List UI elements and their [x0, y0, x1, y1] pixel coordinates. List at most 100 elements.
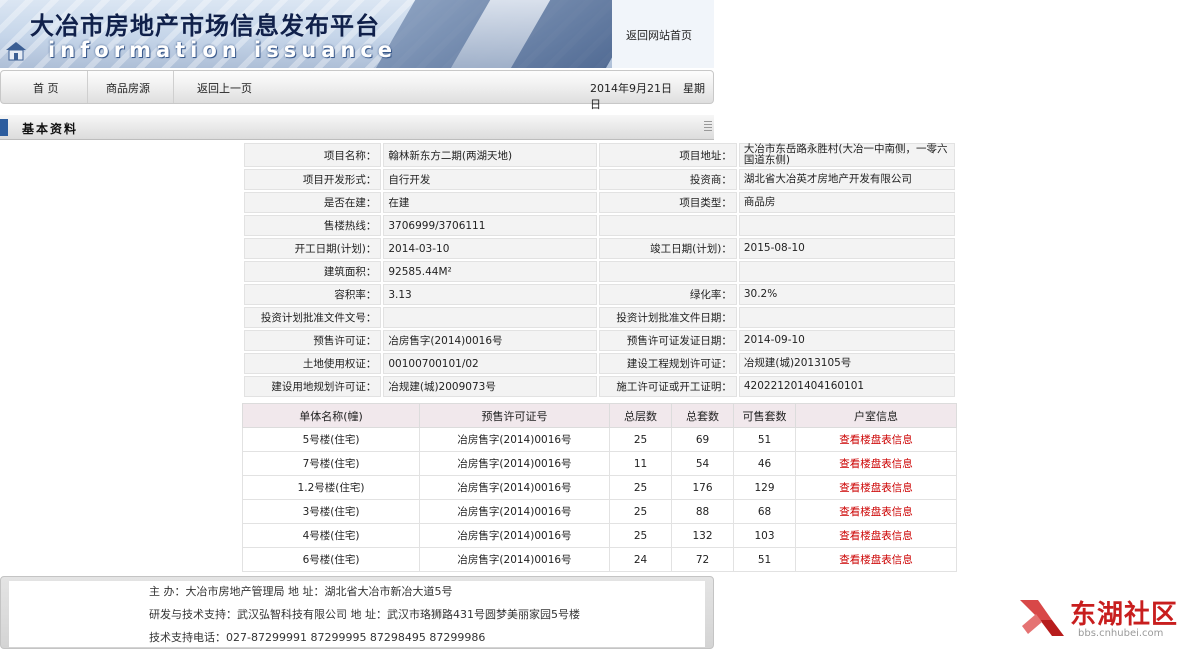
- info-value: 420221201404160101: [738, 376, 955, 397]
- project-info-table: 项目名称： 翰林新东方二期(两湖天地) 项目地址： 大冶市东岳路永胜村(大冶一中南侧，…: [242, 141, 957, 399]
- watermark: 东湖社区 bbs.cnhubei.com: [1016, 594, 1196, 644]
- table-row: 1.2号楼(住宅) 冶房售字(2014)0016号 25 176 129 查看楼盘表信息: [242, 475, 957, 500]
- col-header-available: 可售套数: [733, 403, 796, 428]
- view-floorplan-link[interactable]: 查看楼盘表信息: [795, 547, 957, 572]
- info-label: 竣工日期(计划)：: [599, 238, 737, 259]
- building-name: 7号楼(住宅): [242, 451, 420, 476]
- building-name: 6号楼(住宅): [242, 547, 420, 572]
- col-header-room-info: 户室信息: [795, 403, 957, 428]
- info-value: 湖北省大冶英才房地产开发有限公司: [738, 169, 955, 190]
- permit-number: 冶房售字(2014)0016号: [419, 475, 610, 500]
- building-name: 3号楼(住宅): [242, 499, 420, 524]
- current-date: 2014年9月21日 星期日: [590, 82, 705, 111]
- footer: 主 办：大冶市房地产管理局 地 址：湖北省大冶市新冶大道5号 研发与技术支持：武…: [0, 576, 714, 649]
- view-floorplan-link[interactable]: 查看楼盘表信息: [795, 427, 957, 452]
- info-value: 3706999/3706111: [383, 215, 598, 236]
- info-label: 售楼热线：: [244, 215, 382, 236]
- total-units: 88: [671, 499, 734, 524]
- info-value: [738, 215, 955, 236]
- info-value: 3.13: [383, 284, 598, 305]
- floor-count: 25: [609, 499, 672, 524]
- permit-number: 冶房售字(2014)0016号: [419, 427, 610, 452]
- footer-support: 研发与技术支持：武汉弘智科技有限公司 地 址：武汉市珞狮路431号圆梦美丽家园5…: [149, 608, 580, 621]
- back-home-link[interactable]: 返回网站首页: [626, 27, 692, 43]
- info-value: 00100700101/02: [383, 353, 598, 374]
- view-floorplan-link[interactable]: 查看楼盘表信息: [795, 475, 957, 500]
- permit-number: 冶房售字(2014)0016号: [419, 451, 610, 476]
- table-row: 4号楼(住宅) 冶房售字(2014)0016号 25 132 103 查看楼盘表信息: [242, 523, 957, 548]
- info-row: 预售许可证： 冶房售字(2014)0016号 预售许可证发证日期： 2014-09-1…: [244, 330, 955, 351]
- info-row: 建设用地规划许可证： 冶规建(城)2009073号 施工许可证或开工证明： 42022…: [244, 376, 955, 397]
- nav-listings[interactable]: 商品房源: [106, 80, 150, 96]
- info-value: [383, 307, 598, 328]
- info-label: 建筑面积：: [244, 261, 382, 282]
- footer-phone: 技术支持电话：027-87299991 87299995 87298495 87…: [149, 631, 486, 644]
- info-row: 建筑面积： 92585.44M²: [244, 261, 955, 282]
- header-banner: 大冶市房地产市场信息发布平台 information issuance 返回网站…: [0, 0, 714, 68]
- total-units: 72: [671, 547, 734, 572]
- col-header-total: 总套数: [671, 403, 734, 428]
- section-header: 基本资料: [0, 115, 714, 140]
- info-value: 2014-09-10: [738, 330, 955, 351]
- permit-number: 冶房售字(2014)0016号: [419, 499, 610, 524]
- total-units: 132: [671, 523, 734, 548]
- info-label: 是否在建：: [244, 192, 382, 213]
- table-row: 5号楼(住宅) 冶房售字(2014)0016号 25 69 51 查看楼盘表信息: [242, 427, 957, 452]
- total-units: 176: [671, 475, 734, 500]
- info-value: 自行开发: [383, 169, 598, 190]
- info-row: 是否在建： 在建 项目类型： 商品房: [244, 192, 955, 213]
- info-label: 项目地址：: [599, 143, 737, 167]
- info-label: 土地使用权证：: [244, 353, 382, 374]
- view-floorplan-link[interactable]: 查看楼盘表信息: [795, 499, 957, 524]
- info-label: 建设工程规划许可证：: [599, 353, 737, 374]
- total-units: 54: [671, 451, 734, 476]
- building-name: 4号楼(住宅): [242, 523, 420, 548]
- info-value: [738, 307, 955, 328]
- info-value: 2015-08-10: [738, 238, 955, 259]
- available-units: 129: [733, 475, 796, 500]
- available-units: 103: [733, 523, 796, 548]
- info-label: 投资计划批准文件日期：: [599, 307, 737, 328]
- table-row: 7号楼(住宅) 冶房售字(2014)0016号 11 54 46 查看楼盘表信息: [242, 451, 957, 476]
- info-row: 土地使用权证： 00100700101/02 建设工程规划许可证： 冶规建(城)201…: [244, 353, 955, 374]
- building-name: 5号楼(住宅): [242, 427, 420, 452]
- view-floorplan-link[interactable]: 查看楼盘表信息: [795, 451, 957, 476]
- floor-count: 11: [609, 451, 672, 476]
- info-label: 绿化率：: [599, 284, 737, 305]
- info-value: 商品房: [738, 192, 955, 213]
- info-row: 项目名称： 翰林新东方二期(两湖天地) 项目地址： 大冶市东岳路永胜村(大冶一中南侧，…: [244, 143, 955, 167]
- info-label: 施工许可证或开工证明：: [599, 376, 737, 397]
- available-units: 68: [733, 499, 796, 524]
- info-row: 项目开发形式： 自行开发 投资商： 湖北省大冶英才房地产开发有限公司: [244, 169, 955, 190]
- building-units-table: 单体名称(幢) 预售许可证号 总层数 总套数 可售套数 户室信息 5号楼(住宅)…: [242, 403, 957, 572]
- house-logo-icon: [6, 42, 26, 61]
- nav-bar: 首 页 商品房源 返回上一页 2014年9月21日 星期日: [0, 70, 714, 111]
- available-units: 46: [733, 451, 796, 476]
- info-label: 项目类型：: [599, 192, 737, 213]
- info-value: 翰林新东方二期(两湖天地): [383, 143, 598, 167]
- nav-separator: [173, 71, 174, 103]
- section-marker: [0, 119, 8, 136]
- info-row: 容积率： 3.13 绿化率： 30.2%: [244, 284, 955, 305]
- col-header-floors: 总层数: [609, 403, 672, 428]
- floor-count: 24: [609, 547, 672, 572]
- info-row: 投资计划批准文件文号： 投资计划批准文件日期：: [244, 307, 955, 328]
- info-value: 在建: [383, 192, 598, 213]
- info-label: 建设用地规划许可证：: [244, 376, 382, 397]
- info-row: 售楼热线： 3706999/3706111: [244, 215, 955, 236]
- col-header-building: 单体名称(幢): [242, 403, 420, 428]
- available-units: 51: [733, 427, 796, 452]
- col-header-permit: 预售许可证号: [419, 403, 610, 428]
- info-label: 预售许可证发证日期：: [599, 330, 737, 351]
- info-label: 预售许可证：: [244, 330, 382, 351]
- nav-back[interactable]: 返回上一页: [197, 80, 252, 96]
- nav-home[interactable]: 首 页: [33, 80, 59, 96]
- watermark-url: bbs.cnhubei.com: [1078, 628, 1164, 639]
- floor-count: 25: [609, 427, 672, 452]
- info-value: 大冶市东岳路永胜村(大冶一中南侧，一零六国道东侧): [738, 143, 955, 167]
- section-title: 基本资料: [22, 122, 79, 136]
- info-value: 冶规建(城)2013105号: [738, 353, 955, 374]
- building-name: 1.2号楼(住宅): [242, 475, 420, 500]
- info-label: 项目名称：: [244, 143, 382, 167]
- view-floorplan-link[interactable]: 查看楼盘表信息: [795, 523, 957, 548]
